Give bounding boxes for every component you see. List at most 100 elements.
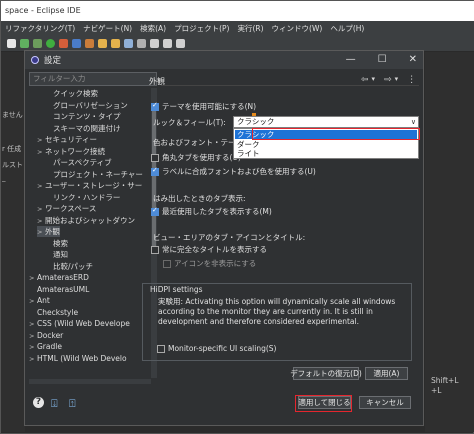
build-icon[interactable]: [72, 39, 81, 48]
tree-item[interactable]: スキーマの関連付け: [45, 123, 121, 134]
tree-item[interactable]: > 開始およびシャットダウン: [37, 215, 135, 226]
minimize-icon[interactable]: —: [346, 54, 356, 65]
menu-item[interactable]: ナビゲート(N): [83, 23, 132, 34]
tree-item-label: 外観: [45, 227, 60, 236]
menu-item[interactable]: プロジェクト(P): [174, 23, 229, 34]
tree-item[interactable]: > CSS (Wild Web Develope: [29, 318, 130, 329]
tree-item[interactable]: > Gradle: [29, 341, 62, 352]
filter-input[interactable]: フィルター入力: [29, 72, 157, 86]
tree-item[interactable]: > 外観: [37, 226, 60, 237]
folder-icon[interactable]: [111, 39, 120, 48]
search-icon[interactable]: [124, 39, 133, 48]
look-feel-label: ルック＆フィール(T):: [153, 118, 226, 127]
tree-item-label: 開始およびシャットダウン: [45, 215, 135, 225]
page-title: 外観: [149, 77, 165, 86]
monitor-scaling-checkbox[interactable]: Monitor-specific UI scaling(S): [157, 344, 276, 353]
tree-item-label: 検索: [53, 238, 68, 248]
nav-back-icon[interactable]: [150, 39, 159, 48]
tree-item[interactable]: > Ant: [29, 295, 50, 306]
restore-defaults-button[interactable]: デフォルトの復元(D): [290, 367, 362, 380]
preferences-tree: クイック検索 グローバリゼーション コンテンツ・タイプ スキーマの関連付け > セキュリテ…: [29, 88, 149, 378]
chevron-right-icon[interactable]: >: [37, 204, 45, 215]
hide-icons-checkbox[interactable]: アイコンを非表示にする: [163, 258, 256, 269]
menu-item[interactable]: ウィンドウ(W): [272, 23, 323, 34]
tree-item-label: リンク・ハンドラー: [53, 192, 121, 202]
scroll-thumb[interactable]: [152, 108, 156, 248]
export-icon[interactable]: ⍐: [69, 397, 76, 411]
debug-icon[interactable]: [33, 39, 42, 48]
chevron-right-icon[interactable]: >: [29, 296, 37, 307]
theme-option[interactable]: ダーク: [235, 140, 417, 149]
annotation-highlight: [252, 128, 420, 140]
mix-fonts-checkbox[interactable]: ラベルに合成フォントおよび色を使用する(U): [151, 166, 316, 177]
tree-item[interactable]: パースペクティブ: [45, 157, 112, 168]
tree-item[interactable]: グローバリゼーション: [45, 100, 128, 111]
chevron-down-icon[interactable]: ▾: [395, 75, 399, 85]
tree-item[interactable]: Checkstyle: [29, 307, 78, 318]
chevron-right-icon[interactable]: >: [37, 135, 45, 146]
tree-item[interactable]: > ワークスペース: [37, 203, 96, 214]
help-icon[interactable]: ?: [33, 397, 44, 408]
recent-tabs-checkbox[interactable]: 最近使用したタブを表示する(M): [151, 206, 272, 217]
menu-item[interactable]: 検索(A): [140, 23, 166, 34]
enable-theming-checkbox[interactable]: テーマを使用可能にする(N): [151, 101, 256, 112]
edit-icon[interactable]: [137, 39, 146, 48]
tree-item-label: スキーマの関連付け: [53, 123, 121, 133]
package-icon[interactable]: [85, 39, 94, 48]
chevron-right-icon[interactable]: >: [37, 147, 45, 158]
gear-icon[interactable]: [7, 39, 16, 48]
theme-option[interactable]: ライト: [235, 149, 417, 158]
tree-item[interactable]: 比較/パッチ: [45, 261, 93, 272]
left-panel-strip: ません r 任成 ルスト _: [1, 52, 25, 432]
chevron-down-icon[interactable]: ∨: [411, 117, 416, 127]
folder-icon[interactable]: [98, 39, 107, 48]
tree-item[interactable]: クイック検索: [45, 88, 98, 99]
chevron-right-icon[interactable]: >: [29, 342, 37, 353]
import-icon[interactable]: ⍗: [51, 397, 58, 411]
new-icon[interactable]: [20, 39, 29, 48]
menu-item[interactable]: ヘルプ(H): [330, 23, 364, 34]
external-tools-icon[interactable]: [59, 39, 68, 48]
tree-item[interactable]: > ユーザー・ストレージ・サー: [37, 180, 142, 191]
full-titles-checkbox[interactable]: 常に完全なタイトルを表示する: [151, 244, 267, 255]
tree-item[interactable]: > AmaterasERD: [29, 272, 89, 283]
tree-hscrollbar[interactable]: [29, 379, 151, 384]
tree-item[interactable]: プロジェクト・ネーチャー: [45, 169, 143, 180]
chevron-right-icon[interactable]: >: [37, 181, 45, 192]
chevron-right-icon[interactable]: >: [29, 354, 37, 365]
page-nav: ⇦ ▾ ⇨ ▾ ⋮: [361, 75, 416, 85]
chevron-right-icon[interactable]: >: [29, 273, 37, 284]
menu-item[interactable]: リファクタリング(T): [5, 23, 75, 34]
editor-fragment-text: ません: [2, 111, 23, 119]
tree-item[interactable]: > Docker: [29, 330, 63, 341]
right-panel-strip: Shift+L +L: [425, 52, 474, 432]
look-feel-select[interactable]: クラシック ∨: [233, 116, 419, 128]
menu-icon[interactable]: ⋮: [407, 75, 416, 85]
tree-item[interactable]: > HTML (Wild Web Develo: [29, 353, 127, 364]
cancel-button[interactable]: キャンセル: [359, 396, 411, 409]
back-icon[interactable]: ⇦: [361, 75, 369, 85]
chevron-right-icon[interactable]: >: [29, 331, 37, 342]
round-tabs-checkbox[interactable]: 角丸タブを使用する(U): [151, 152, 241, 163]
editor-fragment-text: ルスト: [2, 161, 23, 169]
maximize-icon[interactable]: ☐: [378, 54, 387, 65]
forward-icon[interactable]: ⇨: [384, 75, 392, 85]
tree-item[interactable]: AmaterasUML: [29, 284, 89, 295]
menu-item[interactable]: 実行(R): [237, 23, 263, 34]
tree-item-label: プロジェクト・ネーチャー: [53, 169, 143, 179]
nav-forward-icon[interactable]: [163, 39, 172, 48]
run-icon[interactable]: [46, 39, 55, 48]
tree-item[interactable]: 検索: [45, 238, 68, 249]
chevron-right-icon[interactable]: >: [37, 216, 45, 227]
tree-item[interactable]: コンテンツ・タイプ: [45, 111, 121, 122]
tree-item[interactable]: > セキュリティー: [37, 134, 97, 145]
chevron-right-icon[interactable]: >: [37, 227, 45, 238]
chevron-down-icon[interactable]: ▾: [372, 75, 376, 85]
tree-item[interactable]: 通知: [45, 249, 68, 260]
tree-item[interactable]: > ネットワーク接続: [37, 146, 105, 157]
nav-icon[interactable]: [176, 39, 185, 48]
chevron-right-icon[interactable]: >: [29, 319, 37, 330]
tree-item[interactable]: リンク・ハンドラー: [45, 192, 120, 203]
close-icon[interactable]: ✕: [409, 54, 417, 65]
apply-button[interactable]: 適用(A): [365, 367, 408, 380]
